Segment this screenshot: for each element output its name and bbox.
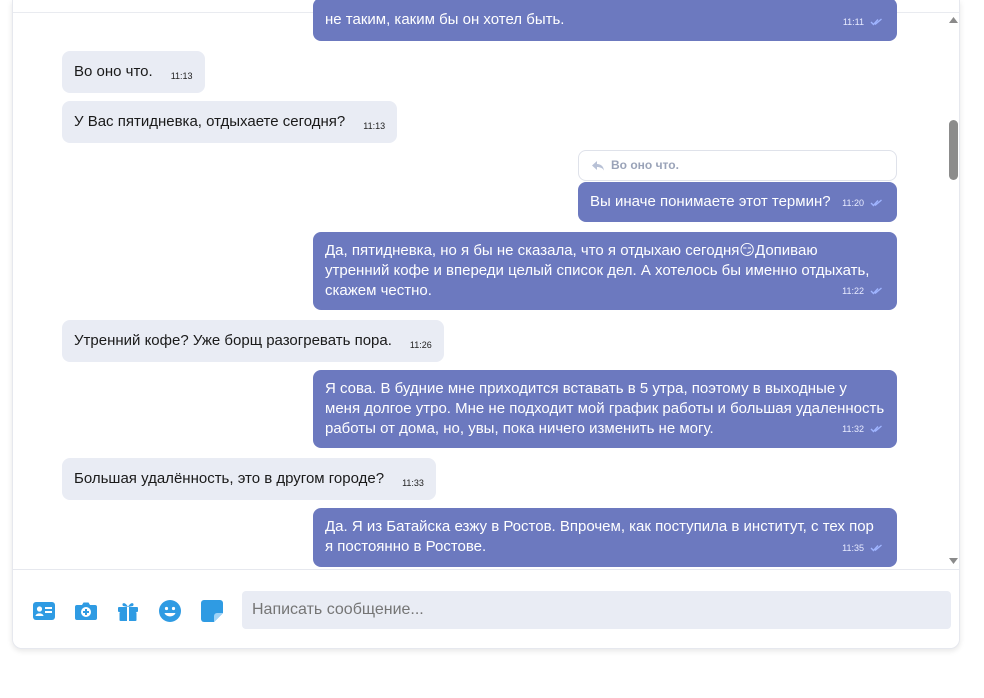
- reply-quote-text: Во оно что.: [611, 158, 679, 172]
- message-meta: 11:20: [842, 193, 883, 213]
- emoji-icon[interactable]: [158, 599, 182, 623]
- message-text: Да, пятидневка, но я бы не сказала, что …: [325, 242, 740, 259]
- scrollbar[interactable]: [946, 13, 959, 568]
- message-meta: 11:35: [842, 538, 883, 558]
- contact-card-icon[interactable]: [32, 599, 56, 623]
- message-composer: [13, 569, 959, 648]
- message-time: 11:11: [842, 17, 864, 27]
- double-check-icon: [870, 199, 882, 207]
- double-check-icon: [870, 544, 882, 552]
- message-time: 11:13: [170, 71, 193, 81]
- message-text: У Вас пятидневка, отдыхаете сегодня?: [74, 113, 346, 130]
- message-input[interactable]: [242, 591, 951, 629]
- message-time: 11:20: [842, 198, 864, 208]
- scroll-down-arrow-icon[interactable]: [949, 558, 958, 564]
- message-outgoing: Я сова. В будние мне приходится вставать…: [313, 370, 897, 448]
- scroll-up-arrow-icon[interactable]: [949, 17, 958, 23]
- message-outgoing: не таким, каким бы он хотел быть. 11:11: [313, 0, 897, 41]
- message-incoming: Утренний кофе? Уже борщ разогревать пора…: [62, 320, 444, 362]
- message-text-line: скажем честно.: [325, 282, 432, 299]
- message-text-line: утренний кофе и впереди целый список дел…: [325, 262, 870, 279]
- message-incoming: Большая удалённость, это в другом городе…: [62, 458, 436, 500]
- message-incoming: Во оно что. 11:13: [62, 51, 205, 93]
- message-meta: 11:32: [842, 419, 883, 439]
- message-text: не таким, каким бы он хотел быть.: [325, 11, 565, 28]
- double-check-icon: [870, 18, 882, 26]
- message-time: 11:22: [842, 286, 864, 296]
- message-text: Во оно что.: [74, 63, 153, 80]
- gift-icon[interactable]: [116, 599, 140, 623]
- double-check-icon: [870, 425, 882, 433]
- message-text: Допиваю: [755, 242, 818, 259]
- message-text: Вы иначе понимаете этот термин?: [590, 193, 831, 210]
- scrollbar-thumb[interactable]: [949, 120, 958, 180]
- message-time: 11:35: [842, 543, 864, 553]
- message-meta: 11:11: [843, 12, 883, 32]
- camera-icon[interactable]: [74, 599, 98, 623]
- message-outgoing: Да, пятидневка, но я бы не сказала, что …: [313, 232, 897, 310]
- message-time: 11:13: [363, 121, 386, 131]
- smirk-emoji: 😏: [739, 242, 756, 259]
- reply-arrow-icon: [592, 161, 604, 171]
- chat-window: не таким, каким бы он хотел быть. 11:11 …: [12, 0, 960, 649]
- message-text-line: Да. Я из Батайска езжу в Ростов. Впрочем…: [325, 518, 874, 535]
- message-text-line: Да, пятидневка, но я бы не сказала, что …: [325, 241, 885, 261]
- message-feed[interactable]: не таким, каким бы он хотел быть. 11:11 …: [13, 0, 946, 568]
- message-incoming: У Вас пятидневка, отдыхаете сегодня? 11:1…: [62, 101, 398, 143]
- message-text-line: меня долгое утро. Мне не подходит мой гр…: [325, 400, 885, 417]
- message-time: 11:33: [402, 478, 424, 488]
- sticker-icon[interactable]: [200, 599, 224, 623]
- double-check-icon: [870, 287, 882, 295]
- message-time: 11:26: [409, 340, 432, 350]
- message-text-line: я постоянно в Ростове.: [325, 538, 487, 555]
- message-text: Большая удалённость, это в другом городе…: [74, 470, 385, 487]
- message-text-line: Я сова. В будние мне приходится вставать…: [325, 380, 847, 397]
- reply-quote[interactable]: Во оно что.: [578, 150, 897, 181]
- message-outgoing: Да. Я из Батайска езжу в Ростов. Впрочем…: [313, 508, 897, 567]
- message-text-line: работы от дома, но, увы, пока ничего изм…: [325, 420, 714, 437]
- message-time: 11:32: [842, 424, 864, 434]
- message-meta: 11:22: [842, 281, 883, 301]
- message-outgoing: Вы иначе понимаете этот термин? 11:20: [578, 182, 897, 222]
- message-text: Утренний кофе? Уже борщ разогревать пора…: [74, 332, 392, 349]
